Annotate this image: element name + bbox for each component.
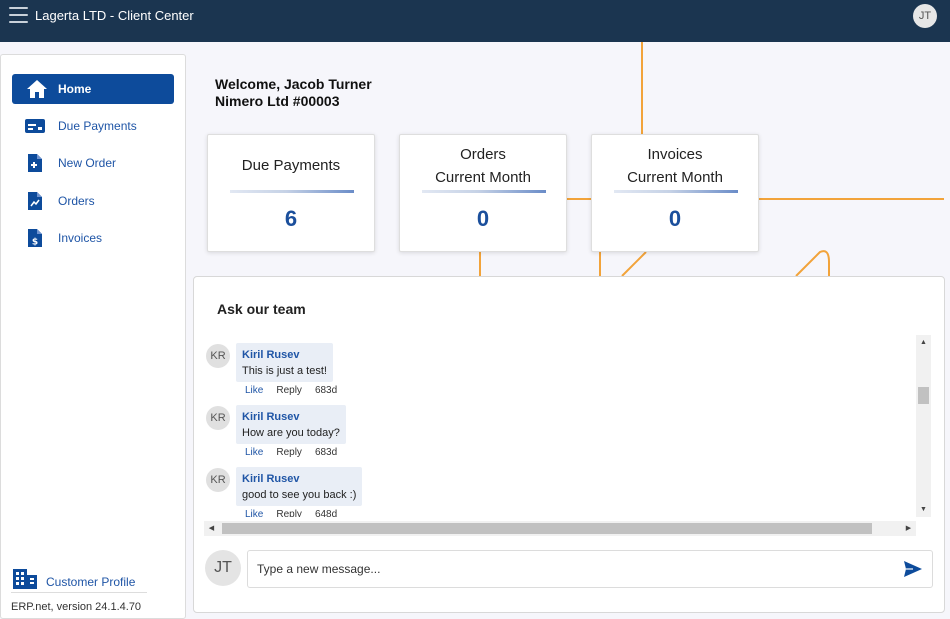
like-link[interactable]: Like <box>245 385 263 396</box>
scroll-thumb[interactable] <box>222 523 872 534</box>
message-text: This is just a test! <box>242 365 327 377</box>
card-divider <box>230 190 354 193</box>
message-author[interactable]: Kiril Rusev <box>242 473 356 485</box>
send-icon[interactable] <box>902 558 924 580</box>
message-age: 648d <box>314 509 338 517</box>
sidebar-item-home[interactable]: Home <box>12 74 174 104</box>
scroll-down-icon[interactable]: ▼ <box>916 502 931 517</box>
vertical-scrollbar[interactable]: ▲ ▼ <box>916 335 931 517</box>
card-subtitle: Current Month <box>627 169 723 186</box>
scroll-up-icon[interactable]: ▲ <box>916 335 931 350</box>
message-bubble: Kiril Rusev This is just a test! <box>236 343 333 382</box>
sidebar-item-label: Invoices <box>58 231 103 245</box>
sidebar: Home Due Payments New Order Orders $ Inv… <box>0 54 186 619</box>
author-avatar: KR <box>206 468 230 492</box>
card-value: 0 <box>476 206 490 231</box>
card-subtitle: Current Month <box>435 169 531 186</box>
scroll-right-icon[interactable]: ▶ <box>901 521 916 536</box>
card-title: Due Payments <box>241 157 341 174</box>
like-link[interactable]: Like <box>245 447 263 458</box>
message-age: 683d <box>314 385 338 396</box>
divider <box>11 592 147 593</box>
payment-card-icon <box>12 119 58 133</box>
current-user-avatar: JT <box>205 550 241 586</box>
company-name: Nimero Ltd #00003 <box>215 93 340 109</box>
scroll-left-icon[interactable]: ◀ <box>204 521 219 536</box>
card-divider <box>614 190 738 193</box>
svg-text:$: $ <box>32 238 38 248</box>
sidebar-item-orders[interactable]: Orders <box>12 186 174 216</box>
message-list[interactable]: KR Kiril Rusev This is just a test! Like… <box>204 335 916 517</box>
reply-link[interactable]: Reply <box>276 447 302 458</box>
version-text: ERP.net, version 24.1.4.70 <box>11 601 142 613</box>
invoice-dollar-icon: $ <box>12 229 58 247</box>
message-actions: Like Reply 648d <box>245 509 350 517</box>
sidebar-item-label: Home <box>58 82 92 96</box>
message-bubble: Kiril Rusev good to see you back :) <box>236 467 363 506</box>
building-icon <box>13 569 37 594</box>
reply-link[interactable]: Reply <box>276 385 302 396</box>
author-avatar: KR <box>206 406 230 430</box>
author-avatar: KR <box>206 344 230 368</box>
horizontal-scrollbar[interactable]: ◀ ▶ <box>204 521 916 536</box>
card-value: 6 <box>284 206 298 231</box>
scroll-thumb[interactable] <box>918 387 929 404</box>
sidebar-item-due-payments[interactable]: Due Payments <box>12 111 174 141</box>
message-input[interactable] <box>247 550 933 588</box>
message-author[interactable]: Kiril Rusev <box>242 349 327 361</box>
new-document-icon <box>12 154 58 172</box>
welcome-name: Welcome, Jacob Turner <box>215 76 372 92</box>
due-payments-card[interactable]: Due Payments 6 <box>207 134 375 252</box>
message-text: How are you today? <box>242 427 340 439</box>
invoices-card[interactable]: Invoices Current Month 0 <box>591 134 759 252</box>
welcome-block: Welcome, Jacob Turner Nimero Ltd #00003 <box>215 76 372 110</box>
sidebar-item-new-order[interactable]: New Order <box>12 148 174 178</box>
message-actions: Like Reply 683d <box>245 385 350 396</box>
customer-profile-link[interactable]: Customer Profile <box>13 569 135 594</box>
card-divider <box>422 190 546 193</box>
sidebar-item-label: Due Payments <box>58 119 137 133</box>
card-title: Orders <box>460 146 506 163</box>
message-age: 683d <box>314 447 338 458</box>
message-actions: Like Reply 683d <box>245 447 350 458</box>
chat-panel: Ask our team KR Kiril Rusev This is just… <box>193 276 945 613</box>
home-icon <box>12 79 58 99</box>
customer-profile-label: Customer Profile <box>46 574 136 589</box>
document-chart-icon <box>12 192 58 210</box>
message-text: good to see you back :) <box>242 489 357 501</box>
sidebar-item-label: New Order <box>58 156 117 170</box>
orders-card[interactable]: Orders Current Month 0 <box>399 134 567 252</box>
card-value: 0 <box>668 206 682 231</box>
sidebar-item-label: Orders <box>58 194 95 208</box>
reply-link[interactable]: Reply <box>276 509 302 517</box>
card-title: Invoices <box>647 146 703 163</box>
message-author[interactable]: Kiril Rusev <box>242 411 340 423</box>
message-bubble: Kiril Rusev How are you today? <box>236 405 346 444</box>
like-link[interactable]: Like <box>245 509 263 517</box>
chat-title: Ask our team <box>217 301 306 317</box>
sidebar-item-invoices[interactable]: $ Invoices <box>12 223 174 253</box>
